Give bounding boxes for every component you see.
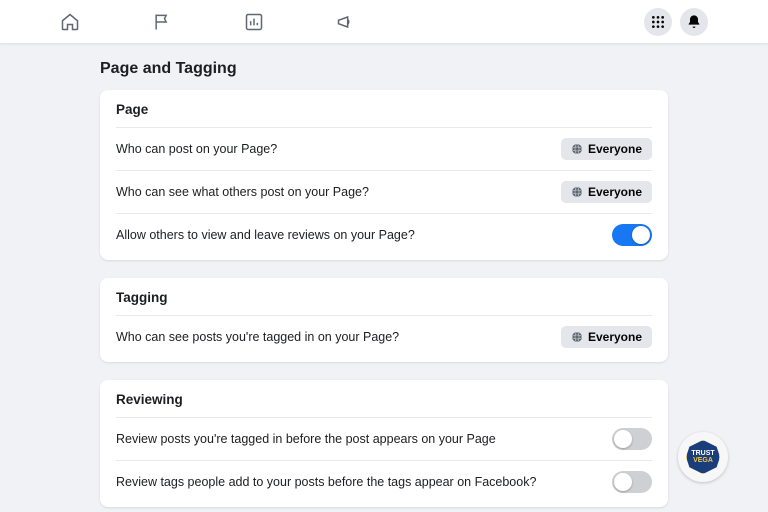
setting-label: Review tags people add to your posts bef… bbox=[116, 475, 536, 489]
toggle-knob bbox=[614, 473, 632, 491]
setting-label: Who can see posts you're tagged in on yo… bbox=[116, 330, 399, 344]
tagging-section: Tagging Who can see posts you're tagged … bbox=[100, 278, 668, 362]
toggle-knob bbox=[614, 430, 632, 448]
flag-icon[interactable] bbox=[152, 12, 172, 32]
setting-row: Who can see posts you're tagged in on yo… bbox=[116, 315, 652, 358]
setting-label: Who can post on your Page? bbox=[116, 142, 277, 156]
setting-row: Who can see what others post on your Pag… bbox=[116, 170, 652, 213]
page-title: Page and Tagging bbox=[100, 60, 668, 78]
audience-selector[interactable]: Everyone bbox=[561, 138, 652, 160]
setting-label: Review posts you're tagged in before the… bbox=[116, 432, 496, 446]
setting-row: Review posts you're tagged in before the… bbox=[116, 417, 652, 460]
topbar-right bbox=[644, 8, 708, 36]
setting-row: Who can post on your Page? Everyone bbox=[116, 127, 652, 170]
apps-grid-icon[interactable] bbox=[644, 8, 672, 36]
chart-icon[interactable] bbox=[244, 12, 264, 32]
setting-row: Review tags people add to your posts bef… bbox=[116, 460, 652, 503]
setting-label: Allow others to view and leave reviews o… bbox=[116, 228, 415, 242]
trust-badge[interactable]: TRUST VEGA bbox=[678, 432, 728, 482]
audience-label: Everyone bbox=[588, 330, 642, 344]
review-tags-toggle[interactable] bbox=[612, 471, 652, 493]
reviewing-section-title: Reviewing bbox=[116, 392, 652, 407]
tagging-section-title: Tagging bbox=[116, 290, 652, 305]
setting-label: Who can see what others post on your Pag… bbox=[116, 185, 369, 199]
setting-row: Allow others to view and leave reviews o… bbox=[116, 213, 652, 256]
audience-label: Everyone bbox=[588, 142, 642, 156]
topbar-left bbox=[60, 12, 356, 32]
reviewing-section: Reviewing Review posts you're tagged in … bbox=[100, 380, 668, 507]
home-icon[interactable] bbox=[60, 12, 80, 32]
audience-selector[interactable]: Everyone bbox=[561, 326, 652, 348]
review-tagged-posts-toggle[interactable] bbox=[612, 428, 652, 450]
topbar bbox=[0, 0, 768, 44]
audience-label: Everyone bbox=[588, 185, 642, 199]
content: Page and Tagging Page Who can post on yo… bbox=[0, 44, 768, 507]
reviews-toggle[interactable] bbox=[612, 224, 652, 246]
toggle-knob bbox=[632, 226, 650, 244]
badge-shape: TRUST VEGA bbox=[686, 440, 720, 474]
badge-line2: VEGA bbox=[693, 457, 713, 464]
audience-selector[interactable]: Everyone bbox=[561, 181, 652, 203]
megaphone-icon[interactable] bbox=[336, 12, 356, 32]
globe-icon bbox=[571, 143, 583, 155]
globe-icon bbox=[571, 331, 583, 343]
badge-line1: TRUST bbox=[691, 450, 714, 457]
notifications-icon[interactable] bbox=[680, 8, 708, 36]
page-section-title: Page bbox=[116, 102, 652, 117]
page-section: Page Who can post on your Page? Everyone… bbox=[100, 90, 668, 260]
globe-icon bbox=[571, 186, 583, 198]
